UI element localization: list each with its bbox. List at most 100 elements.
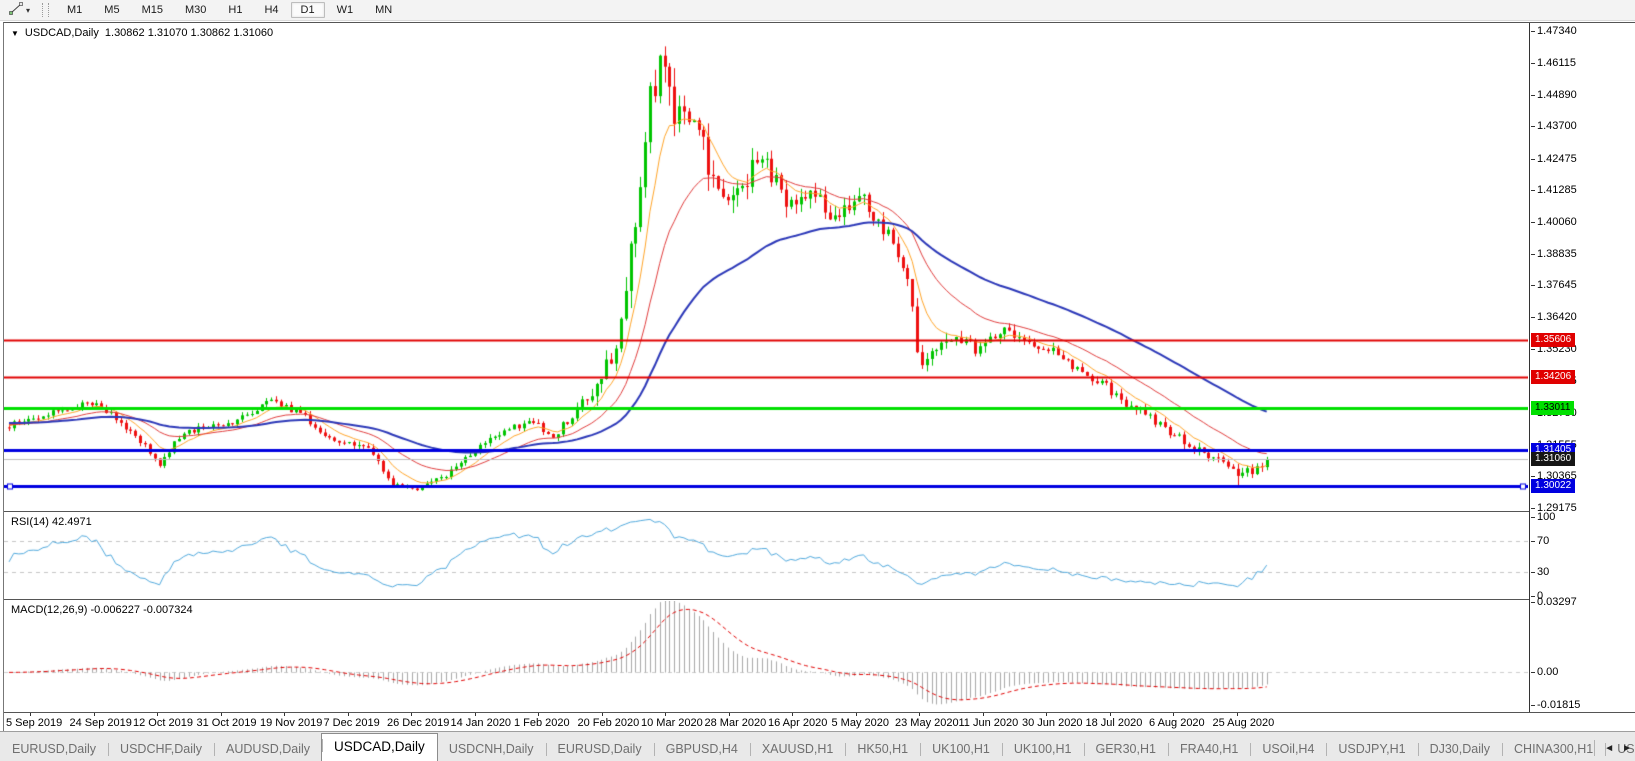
price-level-badge: 1.33011 [1531,400,1575,415]
panel-divider[interactable] [4,511,1635,512]
price-axis-tick: 1.46115 [1531,57,1576,70]
chart-tab-uk100-h1[interactable]: UK100,H1 [1001,738,1084,761]
chart-tab-gbpusd-h4[interactable]: GBPUSD,H4 [653,738,750,761]
date-axis-tick-mark [982,713,984,716]
macd-axis-tick: 0.00 [1530,665,1559,678]
timeframe-button-mn[interactable]: MN [365,2,402,18]
chart-tab-usdchf-daily[interactable]: USDCHF,Daily [108,738,214,761]
chart-tab-usoil-h4[interactable]: USOil,H4 [1250,738,1326,761]
chart-tab-eurusd-daily[interactable]: EURUSD,Daily [545,738,654,761]
date-axis-tick-mark [347,713,349,716]
timeframe-toolbar: ▾ M1 M5 M15 M30 H1 H4 D1 W1 MN [0,0,1635,21]
price-axis-tick: 1.37645 [1531,279,1577,292]
date-axis-label: 18 Jul 2020 [1085,717,1143,729]
price-axis-tick: 1.43700 [1531,120,1577,133]
chart-symbol-label: USDCAD,Daily [24,27,99,39]
date-axis-tick-mark [411,713,412,716]
date-axis-label: 10 Mar 2020 [641,717,703,729]
date-axis-tick-mark [1109,713,1111,716]
tabs-scroll-arrows: ◄ ► [1594,740,1632,756]
date-axis-label: 11 Jun 2020 [958,717,1019,729]
price-axis[interactable]: 1.47340 1.46115 1.44890 1.43700 1.42475 1.412… [1529,23,1635,712]
date-axis-tick-mark [665,713,666,716]
toolbar-grip-handle[interactable] [42,3,50,17]
chart-tab-china300-h1[interactable]: CHINA300,H1 [1502,738,1605,761]
date-axis-label: 24 Sep 2019 [69,717,132,729]
date-axis-label: 7 Dec 2019 [323,717,380,729]
date-axis-tick-mark [1046,713,1047,716]
timeframe-button-m5[interactable]: M5 [94,2,129,18]
date-axis-label: 5 May 2020 [831,717,889,729]
date-axis-tick-mark [792,713,793,716]
rsi-axis-tick: 30 [1530,566,1550,579]
date-axis-tick-mark [728,713,730,716]
chart-tab-usdcnh-daily[interactable]: USDCNH,Daily [437,738,546,761]
price-level-badge: 1.34206 [1531,369,1576,384]
panel-divider[interactable] [4,599,1635,600]
price-axis-tick: 1.36420 [1531,311,1577,324]
chart-tab-eurusd-daily[interactable]: EURUSD,Daily [0,738,108,761]
date-axis-tick-mark [538,713,539,716]
date-axis-label: 14 Jan 2020 [450,717,512,729]
chart-tab-hk50-h1[interactable]: HK50,H1 [845,738,920,761]
date-axis-tick-mark [855,713,857,716]
chevron-down-icon[interactable]: ▾ [26,6,30,15]
macd-axis-tick: -0.01815 [1530,699,1581,711]
date-axis-label: 31 Oct 2019 [196,717,257,729]
price-axis-tick: 1.44890 [1531,89,1577,102]
date-axis-label: 5 Sep 2019 [6,717,63,729]
timeframe-buttons-group: M1 M5 M15 M30 H1 H4 D1 W1 MN [56,2,403,18]
macd-label: MACD(12,26,9) -0.006227 -0.007324 [11,604,193,616]
price-axis-tick: 1.42475 [1531,152,1577,165]
timeframe-button-h1[interactable]: H1 [218,2,252,18]
chart-tab-fra40-h1[interactable]: FRA40,H1 [1167,738,1250,761]
chart-tab-usdjpy-h1[interactable]: USDJPY,H1 [1326,738,1417,761]
tabs-scroll-left-button[interactable]: ◄ [1604,743,1614,754]
timeframe-button-m15[interactable]: M15 [132,2,173,18]
date-axis-tick-mark [1173,713,1174,716]
date-axis-tick-mark [220,713,222,716]
chart-tab-ger30-h1[interactable]: GER30,H1 [1083,738,1168,761]
date-axis-label: 23 May 2020 [895,717,959,729]
current-price-badge: 1.31060 [1531,452,1576,467]
date-axis-label: 26 Dec 2019 [387,717,450,729]
date-axis-label: 25 Aug 2020 [1212,717,1275,729]
price-chart-canvas[interactable] [4,24,1528,510]
date-axis-tick-mark [601,713,603,716]
timeframe-button-d1[interactable]: D1 [290,2,325,18]
trading-platform-window: ▾ M1 M5 M15 M30 H1 H4 D1 W1 MN ▼ USDCAD,Daily 1.… [0,0,1635,761]
chart-tab-dj30-daily[interactable]: DJ30,Daily [1417,738,1502,761]
chart-tab-xauusd-h1[interactable]: XAUUSD,H1 [749,738,846,761]
date-axis-label: 1 Feb 2020 [514,717,570,729]
rsi-axis-tick: 100 [1530,511,1556,523]
chart-tab-usdcad-daily[interactable]: USDCAD,Daily [321,733,438,761]
chart-ohlc-values: 1.30862 1.31070 1.30862 1.31060 [104,27,274,39]
date-axis-label: 19 Nov 2019 [260,717,323,729]
date-axis-tick-mark [30,713,31,716]
chart-window: ▼ USDCAD,Daily 1.30862 1.31070 1.30862 1… [3,22,1635,733]
line-studies-tool-button[interactable]: ▾ [6,1,33,19]
macd-indicator-canvas[interactable] [4,601,1528,711]
price-axis-tick: 1.41285 [1531,183,1577,196]
rsi-indicator-canvas[interactable] [4,513,1528,598]
date-axis-label: 20 Feb 2020 [577,717,640,729]
timeframe-button-h4[interactable]: H4 [254,2,288,18]
price-axis-tick: 1.47340 [1531,24,1577,37]
chart-title: ▼ USDCAD,Daily 1.30862 1.31070 1.30862 1… [11,27,273,39]
timeframe-button-w1[interactable]: W1 [327,2,364,18]
date-axis-tick-mark [1236,713,1238,716]
timeframe-button-m1[interactable]: M1 [57,2,92,18]
date-axis[interactable]: 5 Sep 2019 24 Sep 2019 12 Oct 2019 31 Oct 2… [4,713,1635,733]
price-level-badge: 1.35606 [1531,332,1576,347]
collapse-triangle-icon[interactable]: ▼ [11,29,19,38]
date-axis-label: 6 Aug 2020 [1149,717,1205,729]
chart-tab-audusd-daily[interactable]: AUDUSD,Daily [214,738,322,761]
price-axis-tick: 1.40060 [1531,215,1577,228]
timeframe-button-m30[interactable]: M30 [175,2,216,18]
date-axis-tick-mark [919,713,920,716]
date-axis-label: 28 Mar 2020 [704,717,767,729]
tabs-scroll-right-button[interactable]: ► [1622,743,1632,754]
chart-tab-uk100-h1[interactable]: UK100,H1 [920,738,1002,761]
chart-tabs-bar: EURUSD,Daily USDCHF,Daily AUDUSD,Daily USDC… [0,731,1635,761]
date-axis-label: 12 Oct 2019 [133,717,193,729]
